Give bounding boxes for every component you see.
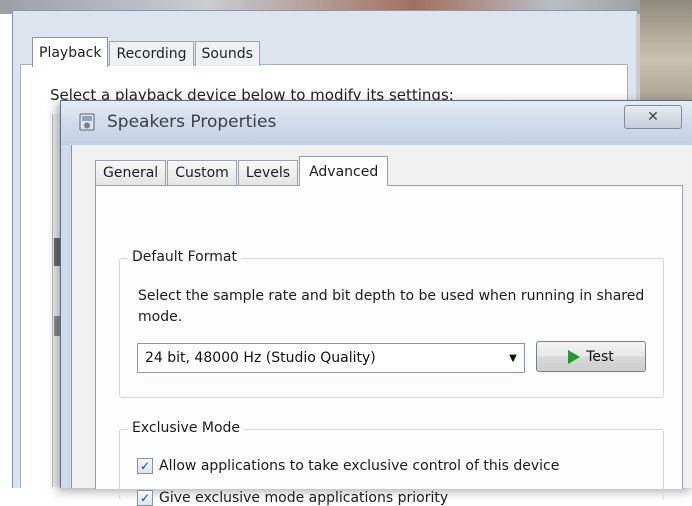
close-button[interactable]: ✕ xyxy=(624,105,682,129)
exclusive-priority-option[interactable]: ✓ Give exclusive mode applications prior… xyxy=(137,490,448,506)
checkmark-icon: ✓ xyxy=(139,459,151,473)
sound-dialog-tabs: Playback Recording Sounds xyxy=(32,36,261,67)
checkmark-icon: ✓ xyxy=(139,491,151,505)
allow-exclusive-control-option[interactable]: ✓ Allow applications to take exclusive c… xyxy=(137,458,559,474)
default-format-legend: Default Format xyxy=(128,249,241,265)
dialog-client-area: General Custom Levels Advanced Default F… xyxy=(71,145,692,506)
speakers-properties-window: Speakers Properties ✕ General Custom Lev… xyxy=(60,100,692,506)
exclusive-priority-checkbox[interactable]: ✓ xyxy=(137,490,153,506)
tab-recording[interactable]: Recording xyxy=(109,41,194,66)
allow-exclusive-label: Allow applications to take exclusive con… xyxy=(159,458,560,474)
tab-levels[interactable]: Levels xyxy=(237,160,299,185)
test-button[interactable]: Test xyxy=(536,341,646,372)
tab-advanced[interactable]: Advanced xyxy=(299,156,389,186)
speaker-properties-icon xyxy=(79,113,95,131)
format-select-value: 24 bit, 48000 Hz (Studio Quality) xyxy=(145,350,376,366)
test-button-label: Test xyxy=(586,348,614,365)
properties-tabs: General Custom Levels Advanced xyxy=(95,155,389,186)
advanced-tab-panel: Default Format Select the sample rate an… xyxy=(95,185,683,506)
chevron-down-icon: ▼ xyxy=(509,352,517,364)
tab-general[interactable]: General xyxy=(95,160,167,185)
tab-playback[interactable]: Playback xyxy=(32,37,109,67)
format-select[interactable]: 24 bit, 48000 Hz (Studio Quality) ▼ xyxy=(137,343,525,373)
exclusive-priority-label: Give exclusive mode applications priorit… xyxy=(159,490,449,506)
exclusive-mode-legend: Exclusive Mode xyxy=(128,420,245,436)
window-title: Speakers Properties xyxy=(107,112,277,132)
close-icon: ✕ xyxy=(647,109,659,125)
default-format-description: Select the sample rate and bit depth to … xyxy=(138,288,645,325)
default-format-group: Default Format Select the sample rate an… xyxy=(119,249,664,398)
title-bar[interactable]: Speakers Properties ✕ xyxy=(61,101,692,145)
allow-exclusive-checkbox[interactable]: ✓ xyxy=(137,458,153,474)
tab-custom[interactable]: Custom xyxy=(167,160,237,185)
tab-sounds[interactable]: Sounds xyxy=(194,41,260,66)
play-icon xyxy=(568,349,581,364)
exclusive-mode-group: Exclusive Mode ✓ Allow applications to t… xyxy=(119,420,664,506)
